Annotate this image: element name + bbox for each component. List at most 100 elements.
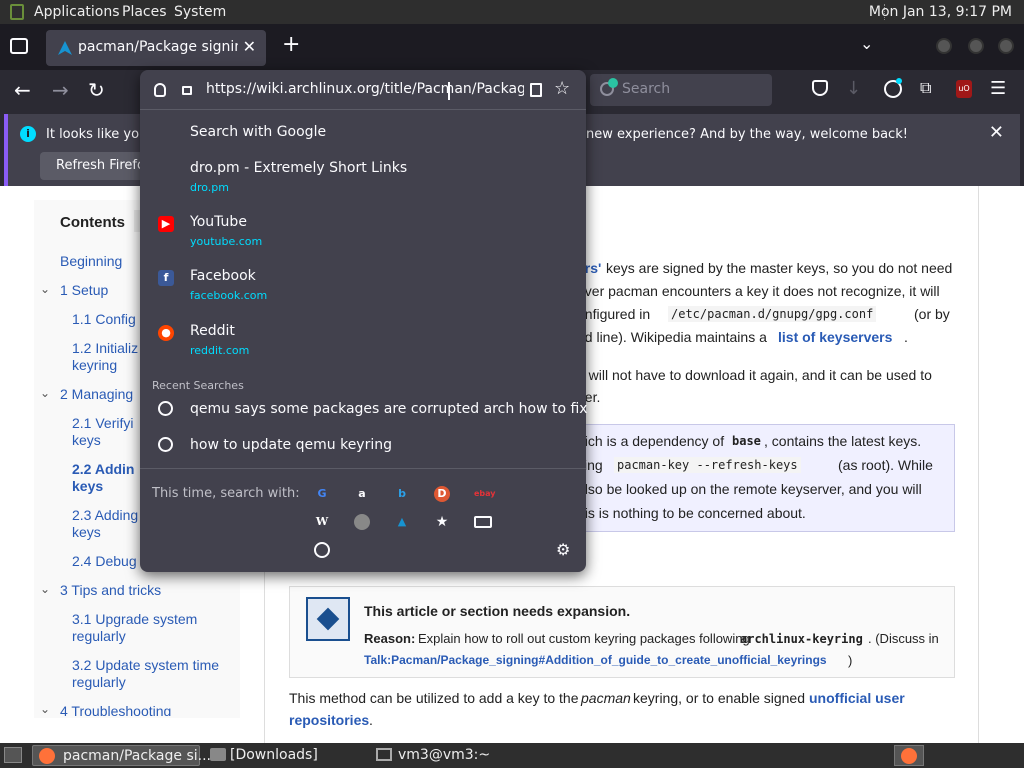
taskbar: pacman/Package si... [Downloads] vm3@vm3… xyxy=(0,743,1024,768)
pocket-icon[interactable] xyxy=(812,80,828,96)
toc-setup[interactable]: 1 Setup xyxy=(60,282,108,298)
new-tab-icon[interactable]: + xyxy=(282,32,300,57)
chevron-down-icon[interactable]: ⌄ xyxy=(40,582,50,596)
places-menu[interactable]: Places xyxy=(122,4,167,20)
task-downloads[interactable]: [Downloads] xyxy=(204,745,364,766)
expand-reason-label: Reason: xyxy=(364,631,416,646)
bottom-italic: pacman xyxy=(581,690,631,706)
expand-code-link[interactable]: archlinux-keyring xyxy=(740,632,863,646)
workspace-switcher[interactable] xyxy=(894,745,924,766)
back-icon[interactable]: ← xyxy=(14,78,31,102)
toc-upgrade-cont[interactable]: regularly xyxy=(72,628,126,644)
toc-verifying-cont[interactable]: keys xyxy=(72,432,101,448)
toc-troubleshooting[interactable]: 4 Troubleshooting xyxy=(60,703,171,716)
youtube-icon: ▶ xyxy=(158,216,174,232)
task-terminal[interactable]: vm3@vm3:~ xyxy=(370,745,530,766)
suggestion-dropm[interactable]: dro.pm - Extremely Short Links dro.pm xyxy=(140,154,586,198)
search-settings-gear-icon[interactable]: ⚙ xyxy=(556,540,570,559)
toc-initializing[interactable]: 1.2 Initializ xyxy=(72,340,138,356)
toc-adding[interactable]: 2.3 Adding xyxy=(72,507,138,523)
note-line: also be looked up on the remote keyserve… xyxy=(577,481,922,497)
ublock-origin-icon[interactable]: uO xyxy=(956,80,972,98)
refresh-firefox-button[interactable]: Refresh Firefo xyxy=(40,152,150,180)
url-bar[interactable]: https://wiki.archlinux.org/title/Pacman/… xyxy=(140,70,586,110)
tab-overview-icon[interactable] xyxy=(10,38,28,54)
bookmarks-star-icon[interactable]: ★ xyxy=(434,514,450,530)
search-bar[interactable]: Search xyxy=(590,74,772,106)
toc-configuring[interactable]: 1.1 Config xyxy=(72,311,136,327)
toc-upgrade[interactable]: 3.1 Upgrade system xyxy=(72,611,197,627)
bookmark-star-icon[interactable]: ☆ xyxy=(554,78,570,99)
wikipedia-engine-icon[interactable]: W xyxy=(314,514,330,530)
amazon-engine-icon[interactable]: a xyxy=(354,486,370,502)
toc-managing[interactable]: 2 Managing xyxy=(60,386,133,402)
menu-icon[interactable]: ☰ xyxy=(990,78,1006,99)
reload-icon[interactable]: ↻ xyxy=(88,78,105,102)
toc-adding-active[interactable]: 2.2 Addin xyxy=(72,461,135,477)
extensions-icon[interactable]: ⧉ xyxy=(920,78,931,98)
minimize-icon[interactable] xyxy=(936,38,952,54)
suggestion-reddit[interactable]: ● Reddit reddit.com xyxy=(140,317,586,361)
toc-update-time[interactable]: 3.2 Update system time xyxy=(72,657,219,673)
task-firefox[interactable]: pacman/Package si... xyxy=(32,745,211,766)
maximize-icon[interactable] xyxy=(968,38,984,54)
article-link-keyservers[interactable]: list of keyservers xyxy=(778,329,892,345)
note-link-base[interactable]: base xyxy=(732,434,761,448)
toc-verifying[interactable]: 2.1 Verifyi xyxy=(72,415,133,431)
shield-icon[interactable] xyxy=(154,83,166,97)
url-input[interactable]: https://wiki.archlinux.org/title/Pacman/… xyxy=(206,81,524,97)
toc-update-time-cont[interactable]: regularly xyxy=(72,674,126,690)
list-tabs-icon[interactable]: ⌄ xyxy=(860,34,873,53)
popup-divider xyxy=(140,468,586,469)
page-scrollbar[interactable] xyxy=(978,186,1024,743)
history-engine-icon[interactable] xyxy=(314,542,330,558)
suggestion-title: YouTube xyxy=(190,214,247,230)
applications-menu[interactable]: Applications xyxy=(34,4,120,20)
close-window-icon[interactable] xyxy=(998,38,1014,54)
expand-close: ) xyxy=(848,653,853,668)
toc-tips[interactable]: 3 Tips and tricks xyxy=(60,582,161,598)
ebay-engine-icon[interactable]: ebay xyxy=(474,486,496,502)
bottom-end: . xyxy=(369,712,373,728)
google-engine-icon[interactable]: G xyxy=(314,486,330,502)
tabs-icon[interactable] xyxy=(474,516,492,528)
duckduckgo-engine-icon[interactable]: D xyxy=(434,486,450,502)
recent-search-item[interactable]: how to update qemu keyring xyxy=(140,434,586,458)
firefox-icon xyxy=(901,748,917,764)
chevron-down-icon[interactable]: ⌄ xyxy=(40,282,50,296)
toc-adding-active-cont[interactable]: keys xyxy=(72,478,103,494)
task-label: vm3@vm3:~ xyxy=(398,747,491,763)
forward-icon[interactable]: → xyxy=(52,78,69,102)
bottom-text: This method can be utilized to add a key… xyxy=(289,690,579,706)
bing-engine-icon[interactable]: b xyxy=(394,486,410,502)
toc-beginning[interactable]: Beginning xyxy=(60,253,122,269)
tab-pacman-package-signing[interactable]: pacman/Package signing - A ✕ xyxy=(46,30,266,66)
expand-talk-link[interactable]: Talk:Pacman/Package_signing#Addition_of_… xyxy=(364,653,827,667)
suggestion-search-google[interactable]: Search with Google xyxy=(140,118,586,150)
chevron-down-icon[interactable]: ⌄ xyxy=(40,386,50,400)
downloads-icon[interactable]: ↓ xyxy=(846,78,861,99)
bottom-text2: keyring, or to enable signed xyxy=(633,690,805,706)
chevron-down-icon[interactable]: ⌄ xyxy=(40,702,50,716)
note-line: hich is a dependency of xyxy=(577,433,725,449)
task-label: pacman/Package si... xyxy=(63,748,211,764)
search-engine-icon[interactable] xyxy=(354,514,370,530)
bottom-link[interactable]: unofficial user xyxy=(809,690,905,706)
close-notification-icon[interactable]: ✕ xyxy=(989,122,1004,143)
suggestion-url: dro.pm xyxy=(190,181,229,194)
show-desktop-icon[interactable] xyxy=(4,747,22,763)
distro-logo-icon[interactable] xyxy=(10,4,24,20)
clock[interactable]: Mon Jan 13, 9:17 PM xyxy=(869,4,1012,20)
reader-view-icon[interactable] xyxy=(530,83,542,97)
system-menu[interactable]: System xyxy=(174,4,226,20)
toc-adding-cont[interactable]: keys xyxy=(72,524,101,540)
lock-icon[interactable] xyxy=(182,86,192,95)
toc-debugging[interactable]: 2.4 Debug xyxy=(72,553,137,569)
suggestion-youtube[interactable]: ▶ YouTube youtube.com xyxy=(140,208,586,252)
arch-wiki-engine-icon[interactable]: ▲ xyxy=(394,514,410,530)
close-tab-icon[interactable]: ✕ xyxy=(243,37,256,56)
recent-search-item[interactable]: qemu says some packages are corrupted ar… xyxy=(140,398,588,422)
suggestion-facebook[interactable]: f Facebook facebook.com xyxy=(140,262,586,306)
bottom-link2[interactable]: repositories xyxy=(289,712,369,728)
toc-initializing-cont[interactable]: keyring xyxy=(72,357,117,373)
